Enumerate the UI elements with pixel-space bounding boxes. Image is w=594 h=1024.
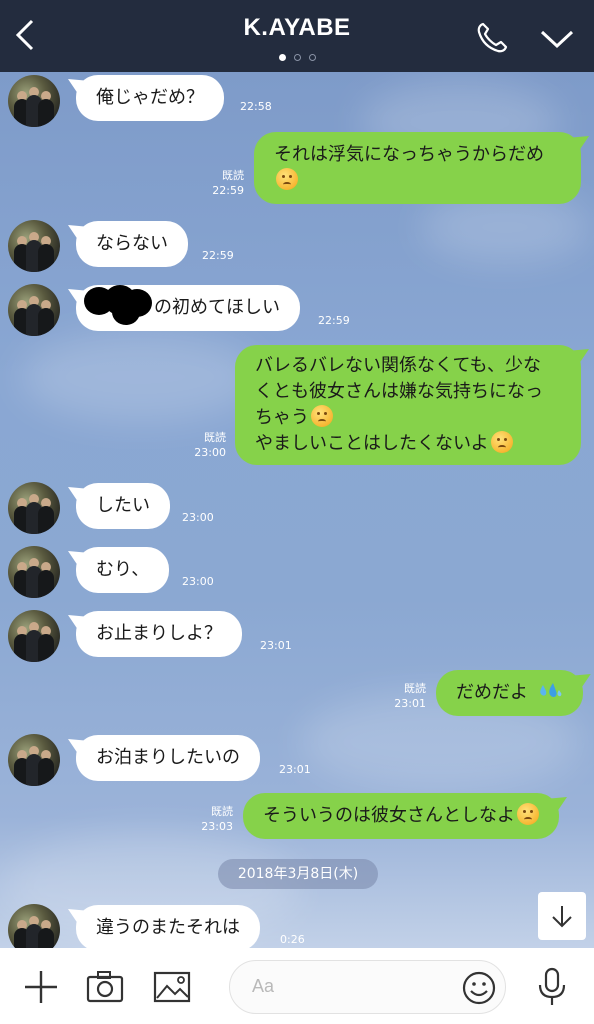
- message-time: 23:03: [201, 820, 233, 833]
- message-text-line: ちゃう: [255, 407, 309, 428]
- message-text: むり、: [96, 559, 150, 580]
- read-receipt: 既読: [222, 169, 244, 182]
- image-icon[interactable]: [153, 968, 191, 1006]
- message-time: 23:01: [394, 697, 426, 710]
- message-text: 違うのまたそれは: [96, 917, 240, 938]
- avatar[interactable]: [8, 546, 60, 598]
- message-text: の初めてほしい: [154, 297, 280, 318]
- message-time: 23:01: [279, 763, 311, 776]
- incoming-message[interactable]: ならない: [76, 221, 188, 267]
- arrow-down-icon: [552, 906, 572, 928]
- avatar[interactable]: [8, 610, 60, 662]
- outgoing-message[interactable]: だめだよ: [436, 670, 583, 716]
- incoming-message[interactable]: 俺じゃだめ？: [76, 75, 224, 121]
- worried-face-emoji: [311, 405, 333, 427]
- surprised-face-emoji: [517, 803, 539, 825]
- message-time: 22:59: [318, 314, 350, 327]
- message-text: それは浮気になっちゃうからだめ: [274, 144, 544, 165]
- message-text: ならない: [96, 233, 168, 254]
- message-text: そういうのは彼女さんとしなよ: [263, 805, 515, 826]
- redaction-scribble: [82, 285, 156, 325]
- avatar[interactable]: [8, 75, 60, 127]
- message-time: 22:59: [202, 249, 234, 262]
- outgoing-message[interactable]: バレるバレない関係なくても、少な くとも彼女さんは嫌な気持ちになっ ちゃう やま…: [235, 345, 581, 465]
- camera-icon[interactable]: [86, 968, 124, 1006]
- input-placeholder: Aa: [252, 976, 275, 996]
- page-dot-active: [278, 54, 286, 61]
- avatar[interactable]: [8, 734, 60, 786]
- incoming-message[interactable]: 違うのまたそれは: [76, 905, 260, 948]
- incoming-message[interactable]: お止まりしよ？: [76, 611, 242, 657]
- message-text: したい: [96, 495, 150, 516]
- outgoing-message[interactable]: それは浮気になっちゃうからだめ: [254, 132, 581, 204]
- outgoing-message[interactable]: そういうのは彼女さんとしなよ: [243, 793, 559, 839]
- plus-icon[interactable]: [22, 968, 60, 1006]
- incoming-message[interactable]: お泊まりしたいの: [76, 735, 260, 781]
- read-receipt: 既読: [211, 805, 233, 818]
- message-text-line: バレるバレない関係なくても、少な: [255, 355, 542, 376]
- read-receipt: 既読: [204, 431, 226, 444]
- message-time: 22:58: [240, 100, 272, 113]
- message-time: 22:59: [212, 184, 244, 197]
- incoming-message[interactable]: の初めてほしい: [76, 285, 300, 331]
- page-dot: [293, 54, 301, 61]
- microphone-icon[interactable]: [533, 967, 571, 1006]
- smiley-icon[interactable]: [461, 970, 497, 1006]
- avatar[interactable]: [8, 220, 60, 272]
- message-input-bar: Aa: [0, 948, 594, 1024]
- message-text: お泊まりしたいの: [96, 747, 240, 768]
- message-time: 23:01: [260, 639, 292, 652]
- avatar[interactable]: [8, 482, 60, 534]
- phone-icon[interactable]: [474, 20, 510, 56]
- chat-area[interactable]: 俺じゃだめ？ 22:58 既読 22:59 それは浮気になっちゃうからだめ なら…: [0, 72, 594, 948]
- worried-face-emoji: [276, 168, 298, 190]
- date-separator: 2018年3月8日(木): [218, 859, 378, 889]
- message-time: 23:00: [182, 575, 214, 588]
- message-text-line: やましいことはしたくないよ: [255, 433, 489, 454]
- message-text: だめだよ: [456, 682, 528, 703]
- message-text-line: くとも彼女さんは嫌な気持ちになっ: [255, 381, 543, 402]
- message-time: 0:26: [280, 933, 305, 946]
- avatar[interactable]: [8, 904, 60, 948]
- avatar[interactable]: [8, 284, 60, 336]
- chevron-down-icon[interactable]: [538, 22, 576, 56]
- incoming-message[interactable]: したい: [76, 483, 170, 529]
- page-dot: [308, 54, 316, 61]
- chat-header: K.AYABE: [0, 0, 594, 72]
- message-text: お止まりしよ？: [96, 623, 222, 644]
- crying-face-emoji: [490, 431, 513, 453]
- message-input[interactable]: Aa: [229, 960, 506, 1014]
- message-text: 俺じゃだめ？: [96, 87, 204, 108]
- message-time: 23:00: [182, 511, 214, 524]
- incoming-message[interactable]: むり、: [76, 547, 170, 593]
- message-time: 23:00: [194, 446, 226, 459]
- scroll-to-bottom-button[interactable]: [538, 892, 586, 940]
- read-receipt: 既読: [404, 682, 426, 695]
- sweat-drops-emoji: [539, 683, 562, 698]
